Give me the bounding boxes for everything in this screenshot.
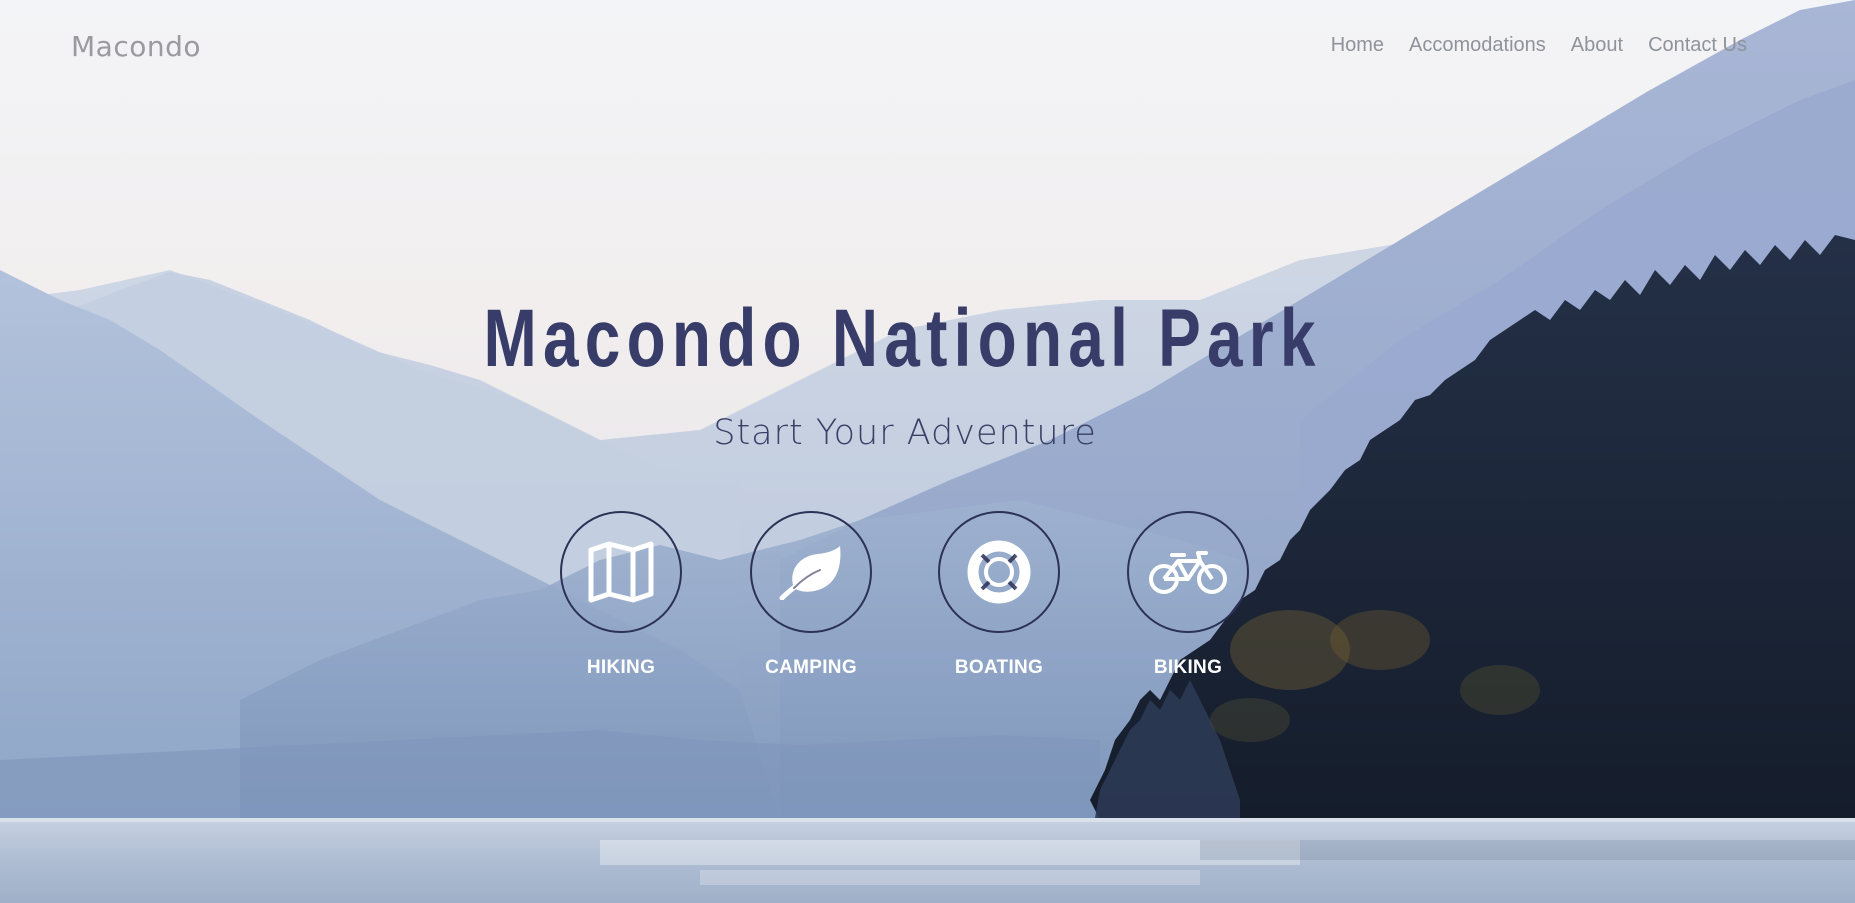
activity-camping-label: CAMPING (765, 657, 857, 678)
leaf-icon (779, 546, 841, 600)
activity-boating[interactable]: BOATING (929, 511, 1069, 679)
page: Macondo Home Accomodations About Contact… (0, 0, 1855, 903)
activity-boating-label: BOATING (954, 657, 1044, 678)
nav-item-contact-us[interactable]: Contact Us (1648, 34, 1747, 57)
bicycle-icon (1149, 551, 1227, 594)
activity-hiking-button[interactable] (560, 511, 682, 633)
nav-item-home[interactable]: Home (1331, 34, 1384, 57)
activity-boating-button[interactable] (938, 511, 1060, 633)
activity-biking[interactable]: BIKING (1118, 511, 1258, 679)
lifebuoy-icon (967, 540, 1031, 604)
activity-camping[interactable]: CAMPING (741, 511, 881, 679)
nav-item-about[interactable]: About (1571, 34, 1623, 57)
activity-biking-button[interactable] (1127, 511, 1249, 633)
hero-subtitle: Start Your Adventure (713, 413, 1097, 453)
activity-biking-label: BIKING (1153, 657, 1223, 678)
activity-camping-button[interactable] (750, 511, 872, 633)
top-navbar: Macondo Home Accomodations About Contact… (0, 0, 1855, 90)
brand-logo[interactable]: Macondo (71, 30, 201, 63)
activity-hiking[interactable]: HIKING (551, 511, 691, 679)
nav-item-accomodations[interactable]: Accomodations (1409, 34, 1546, 57)
nav-menu: Home Accomodations About Contact Us (1331, 34, 1747, 57)
hero-title: Macondo National Park (483, 293, 1322, 384)
map-icon (588, 541, 654, 603)
activity-hiking-label: HIKING (586, 657, 656, 678)
